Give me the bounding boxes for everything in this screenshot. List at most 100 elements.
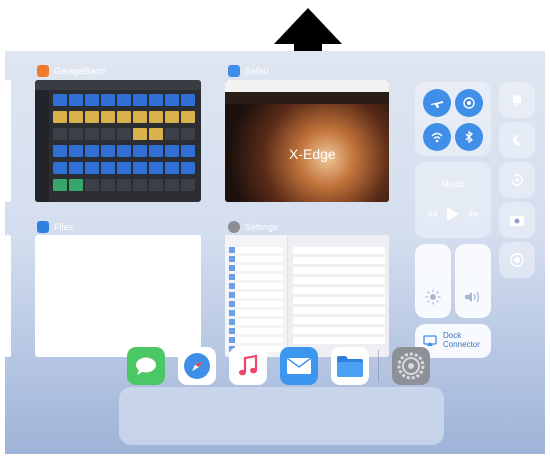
garageband-pad	[149, 111, 163, 123]
garageband-pad	[85, 162, 99, 174]
settings-detail-row	[293, 307, 385, 314]
garageband-pad	[69, 111, 83, 123]
settings-row	[229, 283, 283, 289]
garageband-pad	[85, 145, 99, 157]
garageband-card-title: GarageBand	[54, 66, 106, 76]
garageband-pad	[133, 128, 147, 140]
files-app-icon[interactable]	[331, 347, 369, 385]
garageband-pad	[53, 162, 67, 174]
do-not-disturb-bell-toggle[interactable]	[499, 82, 535, 118]
airdrop-toggle[interactable]	[455, 89, 483, 117]
safari-app-icon[interactable]	[178, 347, 216, 385]
bluetooth-icon	[465, 130, 474, 144]
garageband-pad	[69, 179, 83, 191]
camera-button[interactable]	[499, 202, 535, 238]
files-card-title: Files	[54, 222, 74, 232]
brightness-slider[interactable]	[415, 244, 451, 318]
garageband-pad	[165, 128, 179, 140]
airplane-mode-toggle[interactable]	[423, 89, 451, 117]
volume-slider[interactable]	[455, 244, 491, 318]
mail-app-icon[interactable]	[280, 347, 318, 385]
music-tile[interactable]	[415, 162, 491, 238]
garageband-pad	[117, 111, 131, 123]
garageband-pad	[165, 179, 179, 191]
garageband-pad	[149, 179, 163, 191]
garageband-pad	[69, 128, 83, 140]
do-not-disturb-toggle[interactable]	[499, 122, 535, 158]
airdrop-icon	[463, 97, 475, 109]
garageband-pad	[101, 179, 115, 191]
garageband-pad	[101, 94, 115, 106]
garageband-track-column	[35, 90, 49, 202]
play-icon[interactable]	[446, 206, 460, 222]
garageband-pad	[149, 94, 163, 106]
music-app-icon[interactable]	[229, 347, 267, 385]
garageband-card[interactable]	[35, 80, 201, 202]
settings-icon	[397, 352, 425, 380]
safari-card-title: Safari	[245, 66, 269, 76]
messages-app-icon[interactable]	[127, 347, 165, 385]
garageband-card-label: GarageBand	[37, 65, 105, 77]
settings-row	[229, 256, 283, 262]
garageband-pad	[53, 145, 67, 157]
settings-app-icon[interactable]	[392, 347, 430, 385]
garageband-pad	[85, 179, 99, 191]
fast-forward-icon[interactable]	[468, 209, 480, 219]
garageband-pad	[85, 128, 99, 140]
garageband-pad	[165, 162, 179, 174]
safari-page-banner	[225, 92, 389, 104]
camera-icon	[510, 216, 524, 226]
bluetooth-toggle[interactable]	[455, 123, 483, 151]
settings-detail-row	[293, 257, 385, 264]
garageband-pad	[133, 162, 147, 174]
garageband-pad	[117, 162, 131, 174]
messages-icon	[136, 357, 156, 375]
files-small-icon	[37, 221, 49, 233]
screen-mirroring-label: Dock Connector	[443, 331, 480, 349]
safari-hero-headline: X-Edge	[289, 146, 336, 162]
garageband-pad	[69, 94, 83, 106]
garageband-pad	[53, 179, 67, 191]
safari-small-icon	[228, 65, 240, 77]
garageband-pad	[101, 128, 115, 140]
settings-detail-row	[293, 287, 385, 294]
screen-mirroring-icon	[423, 335, 437, 346]
garageband-pad	[181, 145, 195, 157]
settings-detail-row	[293, 337, 385, 344]
garageband-pad	[85, 94, 99, 106]
settings-card-label: Settings	[228, 221, 278, 233]
settings-detail-row	[293, 247, 385, 254]
settings-row	[229, 310, 283, 316]
settings-row	[229, 328, 283, 334]
garageband-pad	[53, 111, 67, 123]
settings-detail-row	[293, 267, 385, 274]
garageband-pad	[101, 111, 115, 123]
rewind-icon[interactable]	[426, 209, 438, 219]
garageband-pad	[181, 179, 195, 191]
settings-card[interactable]	[225, 235, 389, 357]
garageband-pad	[101, 145, 115, 157]
safari-card[interactable]: X-Edge	[225, 80, 389, 202]
settings-card-title: Settings	[245, 222, 278, 232]
files-card-label: Files	[37, 221, 73, 233]
settings-small-icon	[228, 221, 240, 233]
rotation-lock-toggle[interactable]	[499, 162, 535, 198]
wifi-toggle[interactable]	[423, 123, 451, 151]
garageband-icon	[37, 65, 49, 77]
mail-icon	[287, 357, 311, 374]
settings-row	[229, 247, 283, 253]
garageband-pad	[53, 94, 67, 106]
garageband-pad	[149, 162, 163, 174]
files-card[interactable]	[35, 235, 201, 357]
safari-address-bar	[225, 80, 389, 92]
rotation-lock-icon	[511, 174, 523, 186]
garageband-pad	[69, 162, 83, 174]
volume-icon	[465, 291, 480, 303]
garageband-pad	[101, 162, 115, 174]
brightness-icon	[425, 289, 441, 305]
wifi-icon	[431, 132, 443, 143]
dock-divider	[378, 350, 379, 382]
settings-detail-row	[293, 317, 385, 324]
accessibility-shortcut-button[interactable]	[499, 242, 535, 278]
dock	[119, 387, 444, 445]
